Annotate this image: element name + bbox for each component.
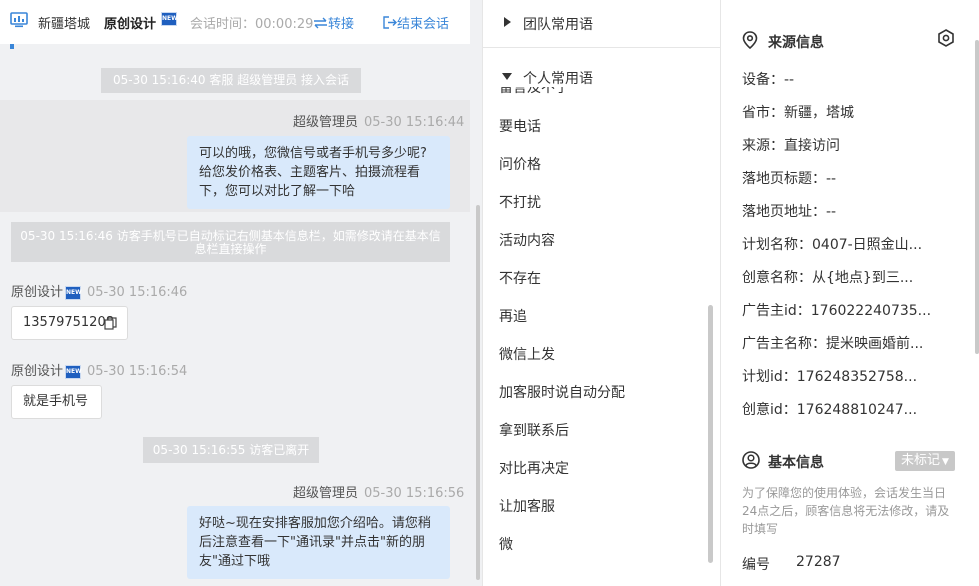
phrase-item[interactable]: 加客服时说自动分配 [499, 382, 625, 402]
phrase-item[interactable]: 拿到联系后 [499, 420, 569, 440]
number-value: 27287 [796, 554, 841, 570]
message-time: 05-30 15:16:56 [364, 486, 465, 501]
system-message-left: 05-30 15:16:55 访客已离开 [143, 437, 319, 463]
copy-icon[interactable] [104, 317, 117, 330]
message-time: 05-30 15:16:54 [87, 364, 188, 379]
new-badge: NEW [161, 12, 178, 26]
info-creative-name: 创意名称：从{地点}到三... [742, 270, 914, 286]
phrase-item[interactable]: 不存在 [499, 268, 541, 288]
message-line: 给您发价格表、主题客片、拍摄流程看 [199, 165, 421, 180]
message-sender: 超级管理员 05-30 15:16:44 [293, 111, 464, 130]
info-landing-url: 落地页地址：-- [742, 204, 837, 220]
system-message-phone: 05-30 15:16:46 访客手机号已自动标记右侧基本信息栏，如需修改请在基… [11, 222, 450, 262]
phrase-item[interactable]: 微 [499, 534, 513, 554]
team-phrases-group[interactable]: 团队常用语 [483, 0, 720, 48]
info-device: 设备：-- [742, 72, 795, 88]
info-landing-title: 落地页标题：-- [742, 171, 837, 187]
phrases-panel: 团队常用语 个人常用语 留言及不了 要电话 问价格 不打扰 活动内容 不存在 再… [482, 0, 721, 586]
group-label: 团队常用语 [523, 17, 593, 33]
agent-message-bubble: 可以的哦，您微信号或者手机号多少呢? 给您发价格表、主题客片、拍摄流程看 下，您… [187, 136, 450, 209]
source-info-header: 来源信息 [742, 31, 952, 51]
new-badge: NEW [65, 364, 82, 379]
info-scrollbar[interactable] [975, 40, 979, 354]
sender-name: 原创设计 [11, 364, 64, 379]
phrase-item[interactable]: 问价格 [499, 154, 541, 174]
phrase-item[interactable]: 留言及不了 [499, 87, 569, 97]
session-time: 会话时间：00:00:29 [190, 17, 314, 32]
sender-name: 原创设计 [11, 285, 64, 300]
phrase-item[interactable]: 要电话 [499, 116, 541, 136]
message-line: 可以的哦，您微信号或者手机号多少呢? [199, 146, 427, 161]
chat-panel: 新疆塔城 原创设计 NEW 会话时间：00:00:29 转接 结束会话 05-3… [0, 0, 482, 586]
monitor-icon [10, 12, 28, 28]
message-sender: 原创设计 NEW 05-30 15:16:46 [11, 281, 187, 300]
end-session-button[interactable]: 结束会话 [383, 13, 449, 32]
settings-icon[interactable] [937, 29, 955, 47]
chat-header: 新疆塔城 原创设计 NEW 会话时间：00:00:29 转接 结束会话 [0, 0, 470, 44]
transfer-button[interactable]: 转接 [313, 13, 354, 32]
phrase-list: 留言及不了 要电话 问价格 不打扰 活动内容 不存在 再追 微信上发 加客服时说… [483, 87, 713, 586]
phrase-item[interactable]: 对比再决定 [499, 458, 569, 478]
source-info-title: 来源信息 [768, 35, 824, 51]
phrase-item[interactable]: 让加客服 [499, 496, 555, 516]
message-time: 05-30 15:16:44 [364, 115, 465, 130]
basic-info-header: 基本信息 [742, 451, 882, 471]
tag-status-dropdown[interactable]: 未标记 ▼ [895, 451, 955, 471]
info-plan-name: 计划名称：0407-日照金山... [742, 237, 923, 253]
caret-right-icon [504, 17, 511, 27]
basic-info-hint: 为了保障您的使用体验，会话发生当日24点之后，顾客信息将无法修改，请及时填写 [742, 486, 950, 536]
info-region: 省市：新疆，塔城 [742, 105, 854, 121]
message-line: 下，您可以对比了解一下哈 [199, 184, 356, 199]
info-advertiser-name: 广告主名称：提米映画婚前... [742, 336, 924, 352]
message-line: 好哒~现在安排客服加您介绍哈。请您稍 [199, 516, 431, 531]
message-line: 友"通过下哦 [199, 554, 270, 569]
phrase-scrollbar[interactable] [708, 305, 713, 563]
message-sender: 超级管理员 05-30 15:16:56 [293, 482, 464, 501]
number-label: 编号 [742, 557, 770, 573]
visitor-location: 新疆塔城 [38, 17, 91, 32]
new-badge: NEW [65, 285, 82, 300]
user-icon [742, 451, 760, 469]
message-time: 05-30 15:16:46 [87, 285, 188, 300]
basic-info-title: 基本信息 [768, 455, 824, 471]
transfer-icon [314, 17, 327, 29]
tag-status-label: 未标记 [901, 453, 941, 468]
info-advertiser-id: 广告主id：176022240735... [742, 303, 932, 319]
info-panel: 来源信息 设备：-- 省市：新疆，塔城 来源：直接访问 落地页标题：-- 落地页… [722, 0, 979, 586]
message-sender: 原创设计 NEW 05-30 15:16:54 [11, 360, 187, 379]
phone-number: 13579751208 [23, 315, 114, 330]
info-creative-id: 创意id：176248810247... [742, 402, 918, 418]
chat-scrollbar[interactable] [476, 205, 480, 580]
phrase-item[interactable]: 微信上发 [499, 344, 555, 364]
phrase-item[interactable]: 活动内容 [499, 230, 555, 250]
transfer-label: 转接 [328, 17, 355, 32]
exit-icon [383, 16, 397, 29]
system-message-join: 05-30 15:16:40 客服 超级管理员 接入会话 [101, 68, 361, 93]
caret-down-icon [502, 73, 512, 80]
visitor-message-bubble: 13579751208 [11, 306, 128, 340]
agent-message-bubble: 好哒~现在安排客服加您介绍哈。请您稍 后注意查看一下"通讯录"并点击"新的朋 友… [187, 506, 450, 579]
sender-name: 超级管理员 [293, 486, 359, 501]
personal-phrases-group[interactable]: 个人常用语 [483, 58, 720, 88]
visitor-message-bubble: 就是手机号 [11, 385, 102, 419]
message-line: 后注意查看一下"通讯录"并点击"新的朋 [199, 535, 425, 550]
info-plan-id: 计划id：176248352758... [742, 369, 918, 385]
sender-name: 超级管理员 [293, 115, 359, 130]
dropdown-arrow-icon: ▼ [942, 457, 949, 467]
group-label: 个人常用语 [523, 71, 593, 87]
scroll-marker [10, 44, 14, 49]
info-source: 来源：直接访问 [742, 138, 840, 154]
phrase-item[interactable]: 不打扰 [499, 192, 541, 212]
shop-name: 原创设计 [104, 17, 157, 32]
end-session-label: 结束会话 [397, 17, 450, 32]
location-pin-icon [742, 31, 758, 49]
phrase-item[interactable]: 再追 [499, 306, 527, 326]
